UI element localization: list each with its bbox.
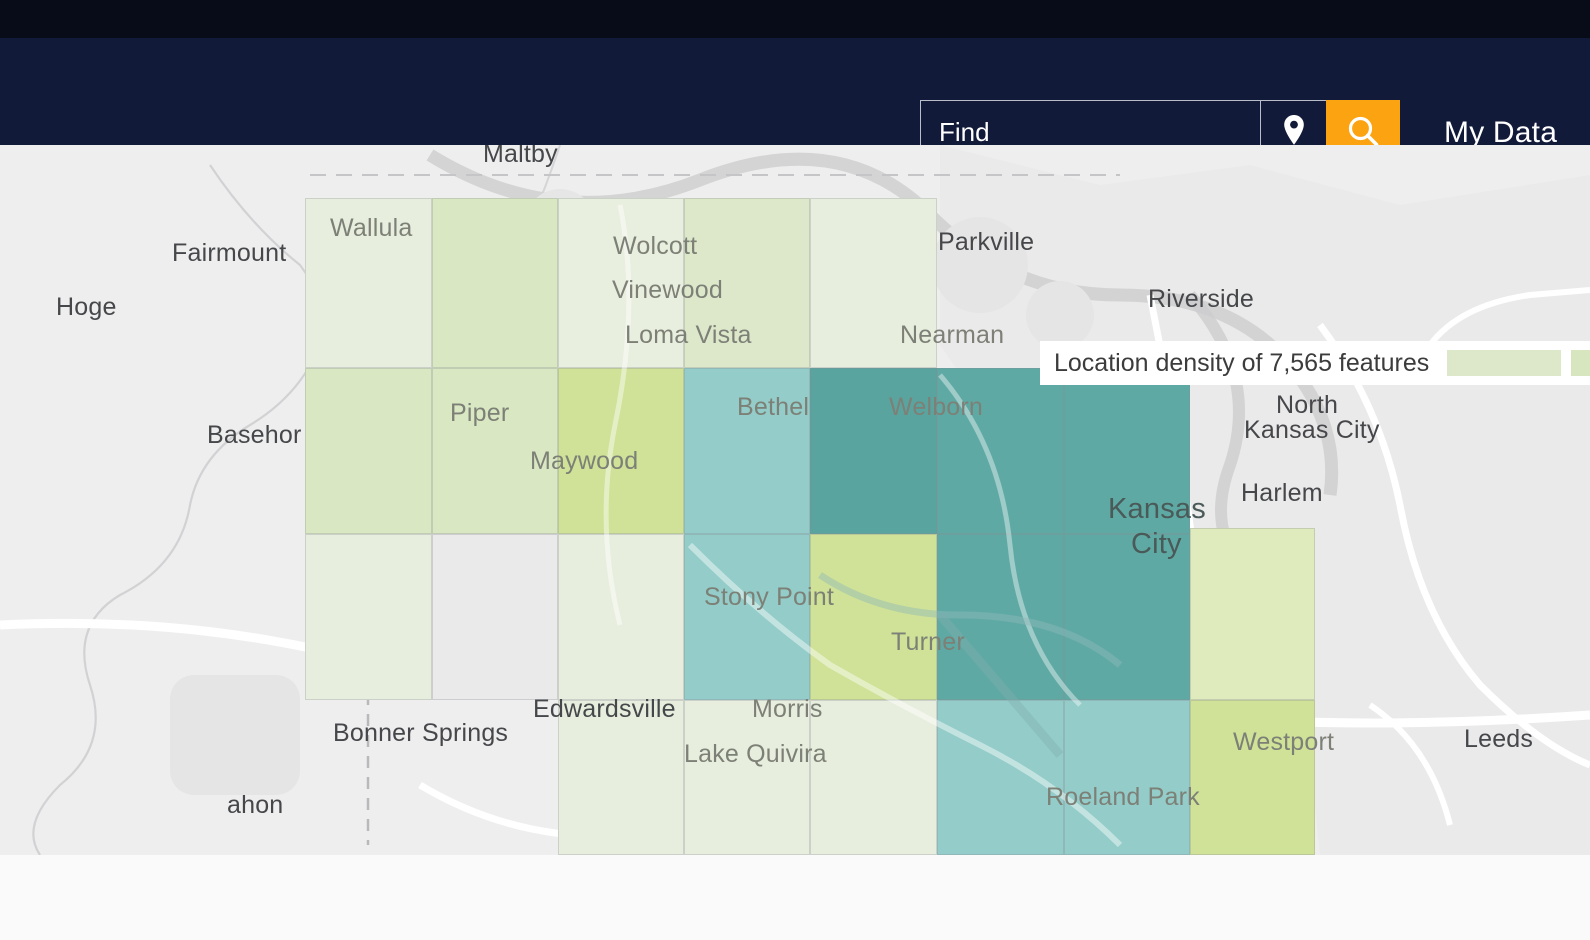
bottom-panel: Code Enforcement Weeds 2012-2016: [0, 855, 1590, 940]
map-label: Bonner Springs: [333, 719, 509, 747]
legend-swatch: [1571, 350, 1590, 376]
map-label: Wallula: [330, 214, 413, 242]
navigation-bar: My Data: [0, 38, 1590, 164]
map-label: Edwardsville: [533, 695, 676, 723]
map-label: Bethel: [737, 393, 810, 421]
map-label: Roeland Park: [1046, 783, 1200, 811]
density-cell[interactable]: [305, 534, 432, 700]
density-cell[interactable]: [937, 534, 1064, 700]
map-label: Stony Point: [704, 583, 835, 611]
map-label: Wolcott: [613, 232, 698, 260]
map-label: Lake Quivira: [684, 740, 827, 768]
map-label: Maywood: [530, 447, 639, 475]
density-cell[interactable]: [810, 534, 937, 700]
map-legend: Location density of 7,565 features: [1040, 341, 1590, 385]
density-cell[interactable]: [558, 534, 684, 700]
map-label: Riverside: [1148, 285, 1254, 313]
map-label: Kansas: [1108, 493, 1206, 525]
map-label: Kansas City: [1244, 416, 1380, 444]
map-canvas[interactable]: Maltby Wallula Wolcott Parkville Fairmount Vi…: [0, 145, 1590, 855]
density-cell[interactable]: [684, 534, 810, 700]
map-label: Nearman: [900, 321, 1005, 349]
top-strip: [0, 0, 1590, 38]
map-label: Harlem: [1241, 479, 1323, 507]
map-label: Maltby: [483, 145, 558, 168]
map-label: Fairmount: [172, 239, 287, 267]
map-label: Welborn: [889, 393, 984, 421]
map-label: City: [1131, 528, 1182, 560]
map-label: Westport: [1233, 728, 1335, 756]
legend-swatch: [1447, 350, 1562, 376]
density-cell[interactable]: [1190, 700, 1315, 855]
map-label: Loma Vista: [625, 321, 752, 349]
map-label: Vinewood: [612, 276, 723, 304]
density-cell[interactable]: [810, 700, 937, 855]
map-label: Piper: [450, 399, 510, 427]
map-label: ahon: [227, 791, 284, 819]
map-label: Hoge: [56, 293, 117, 321]
legend-swatches: [1447, 350, 1590, 376]
density-cell[interactable]: [432, 198, 558, 368]
legend-title: Location density of 7,565 features: [1054, 348, 1430, 377]
app-root: My Data: [0, 0, 1590, 940]
map-label: Basehor: [207, 421, 302, 449]
map-label: Morris: [752, 695, 823, 723]
density-cell[interactable]: [937, 700, 1064, 855]
map-label: Turner: [891, 628, 965, 656]
map-label: Leeds: [1464, 725, 1534, 753]
density-cell[interactable]: [305, 368, 432, 534]
density-cell[interactable]: [1064, 700, 1190, 855]
density-cell[interactable]: [432, 534, 558, 700]
density-cell[interactable]: [1190, 528, 1315, 700]
map-label: Parkville: [938, 228, 1035, 256]
